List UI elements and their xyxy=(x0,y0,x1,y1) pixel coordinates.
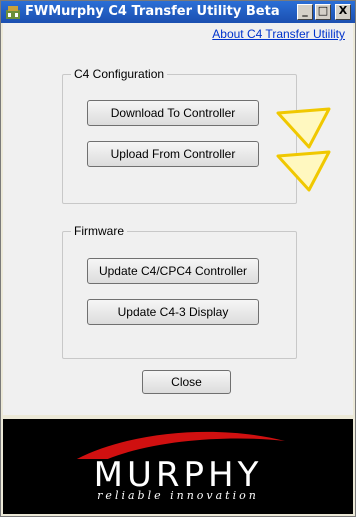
c4-configuration-group: C4 Configuration Download To Controller … xyxy=(62,67,297,204)
c4-configuration-legend: C4 Configuration xyxy=(71,67,168,81)
logo-tagline: reliable innovation xyxy=(97,489,259,502)
murphy-logo-panel: MURPHY reliable innovation xyxy=(3,419,353,514)
app-icon xyxy=(6,6,20,19)
close-window-button[interactable]: X xyxy=(335,4,351,20)
maximize-button[interactable]: □ xyxy=(315,4,331,20)
minimize-button[interactable]: _ xyxy=(297,4,313,20)
title-bar[interactable]: FWMurphy C4 Transfer Utility Beta _ □ X xyxy=(1,1,355,23)
app-window: FWMurphy C4 Transfer Utility Beta _ □ X … xyxy=(0,0,356,517)
about-link[interactable]: About C4 Transfer Utiility xyxy=(212,27,345,41)
pointer-arrow-icon xyxy=(276,150,331,192)
update-display-button[interactable]: Update C4-3 Display xyxy=(87,299,259,325)
client-area: About C4 Transfer Utiility C4 Configurat… xyxy=(3,23,353,415)
firmware-legend: Firmware xyxy=(71,224,127,238)
logo-swoosh-icon xyxy=(77,431,285,459)
download-to-controller-button[interactable]: Download To Controller xyxy=(87,100,259,126)
window-title: FWMurphy C4 Transfer Utility Beta xyxy=(25,4,280,19)
close-button[interactable]: Close xyxy=(142,370,231,394)
upload-from-controller-button[interactable]: Upload From Controller xyxy=(87,141,259,167)
update-controller-button[interactable]: Update C4/CPC4 Controller xyxy=(87,258,259,284)
firmware-group: Firmware Update C4/CPC4 Controller Updat… xyxy=(62,224,297,359)
